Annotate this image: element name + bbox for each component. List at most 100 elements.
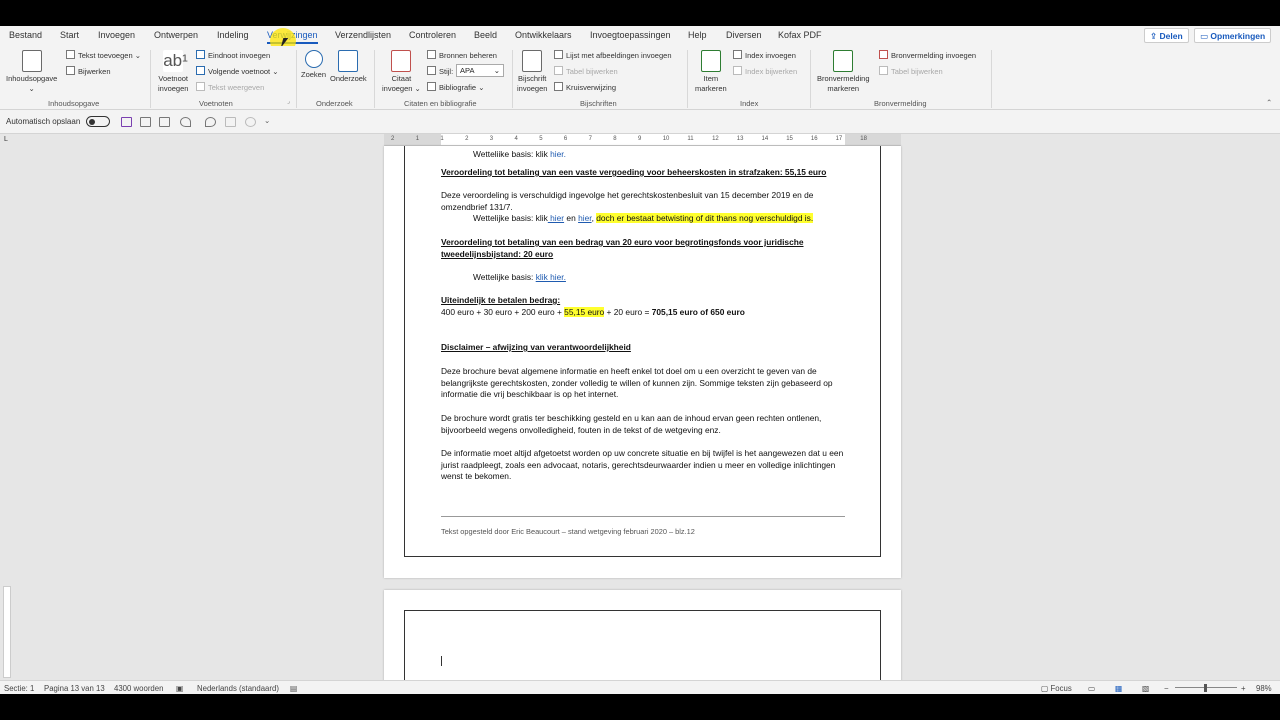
focus-button[interactable]: ▢ Focus [1041,684,1072,693]
ruler-number: 2 [391,136,395,142]
update-authorities-icon [879,66,888,75]
share-button[interactable]: ⇪ Delen [1144,28,1189,43]
open-icon[interactable] [140,117,151,127]
cross-reference-button[interactable]: Kruisverwijzing [554,82,616,92]
print-layout-icon[interactable]: ▦ [1115,684,1122,693]
insert-authorities-button[interactable]: Bronvermelding invoegen [879,50,976,60]
read-mode-icon[interactable]: ▭ [1088,684,1095,693]
bibliography-icon [427,82,436,91]
tab-bestand[interactable]: Bestand [9,30,42,40]
group-divider [374,50,375,108]
link-here[interactable]: hier [578,213,592,223]
proofing-icon[interactable]: ▣ [176,684,183,693]
language-indicator[interactable]: Nederlands (standaard) [197,684,279,693]
insert-index-button[interactable]: Index invoegen [733,50,796,60]
tab-help[interactable]: Help [688,30,707,40]
update-index-button[interactable]: Index bijwerken [733,66,797,76]
link-click-here[interactable]: klik hier. [536,272,566,282]
heading-disclaimer: Disclaimer – afwijzing van verantwoordel… [441,342,631,352]
autosave-toggle[interactable] [86,116,110,127]
mark-citation-button[interactable]: Bronvermelding markeren [817,50,870,94]
undo-icon[interactable] [180,117,191,127]
mark-entry-button[interactable]: Item markeren [695,50,727,94]
citation-label-2: invoegen [382,84,413,93]
next-footnote-button[interactable]: Volgende voetnoot ⌄ [196,66,279,76]
vertical-ruler[interactable] [3,586,11,678]
endnote-label: Eindnoot invoegen [208,51,271,60]
mark-citation-icon [833,50,854,72]
redo-icon[interactable] [205,117,216,127]
show-notes-button[interactable]: Tekst weergeven [196,82,264,92]
dialog-launcher-icon[interactable]: ⌟ [287,98,290,105]
chevron-down-icon: ⌄ [493,66,500,75]
group-divider [296,50,297,108]
document-page: Wettelijke basis: klik hier. Veroordelin… [384,146,901,578]
link-here[interactable]: hier [548,213,564,223]
add-text-button[interactable]: Tekst toevoegen ⌄ [66,50,141,60]
word-count[interactable]: 4300 woorden [114,684,163,693]
insert-footnote-button[interactable]: ab¹ Voetnoot invoegen [158,50,188,94]
section-indicator[interactable]: Sectie: 1 [4,684,34,693]
zoom-in-icon[interactable]: + [1241,684,1246,693]
update-authorities-button[interactable]: Tabel bijwerken [879,66,943,76]
tab-verzendlijsten[interactable]: Verzendlijsten [335,30,391,40]
accessibility-icon[interactable]: ▤ [290,684,297,693]
toc-button[interactable]: Inhoudsopgave ⌄ [6,50,57,94]
record-icon[interactable] [245,117,256,127]
update-table-button[interactable]: Tabel bijwerken [554,66,618,76]
tab-diversen[interactable]: Diversen [726,30,762,40]
manage-sources-button[interactable]: Bronnen beheren [427,50,497,60]
insert-endnote-button[interactable]: Eindnoot invoegen [196,50,270,60]
tab-ontwerpen[interactable]: Ontwerpen [154,30,198,40]
group-divider [991,50,992,108]
web-layout-icon[interactable]: ▧ [1142,684,1149,693]
tab-kofax-pdf[interactable]: Kofax PDF [778,30,822,40]
link-here[interactable]: hier. [550,149,566,157]
tab-ontwikkelaars[interactable]: Ontwikkelaars [515,30,572,40]
citation-style-select[interactable]: APA ⌄ [456,64,504,77]
comments-button[interactable]: ▭ Opmerkingen [1194,28,1272,43]
document-page-next[interactable] [384,590,901,694]
group-label-footnotes: Voetnoten [199,99,233,108]
tab-indeling[interactable]: Indeling [217,30,249,40]
tab-stop-selector[interactable]: L [4,136,8,143]
comment-icon[interactable] [225,117,236,127]
ruler-number: 5 [539,136,543,142]
tab-beeld[interactable]: Beeld [474,30,497,40]
ruler-number: 9 [638,136,642,142]
update-table-label: Tabel bijwerken [566,67,618,76]
quick-access-toolbar: Automatisch opslaan ⌄ [0,110,1280,134]
horizontal-ruler[interactable]: 2 1 1 2 3 4 5 6 7 8 9 10 11 12 13 14 15 16 17 18 [384,134,901,146]
insert-caption-button[interactable]: Bijschrift invoegen [517,50,547,94]
zoom-level[interactable]: 98% [1256,684,1272,693]
copy-icon[interactable] [159,117,170,127]
insert-figures-list-button[interactable]: Lijst met afbeeldingen invoegen [554,50,672,60]
search-button[interactable]: Zoeken [301,50,326,80]
manage-sources-label: Bronnen beheren [439,51,497,60]
ruler-number: 11 [687,136,694,142]
collapse-ribbon-icon[interactable]: ⌃ [1266,98,1272,107]
save-icon[interactable] [121,117,132,127]
ruler-number: 1 [415,136,420,142]
update-index-icon [733,66,742,75]
mark-entry-label-2: markeren [695,84,727,93]
customize-toolbar-icon[interactable]: ⌄ [264,116,270,125]
research-button[interactable]: Onderzoek [330,50,367,84]
tab-controleren[interactable]: Controleren [409,30,456,40]
insert-citation-button[interactable]: Citaat invoegen ⌄ [382,50,421,94]
legal-basis-line: Wettelijke basis: klik hier en hier, doc… [441,213,851,225]
bibliography-button[interactable]: Bibliografie ⌄ [427,82,484,92]
update-toc-label: Bijwerken [78,67,111,76]
tab-start[interactable]: Start [60,30,79,40]
tab-invoegen[interactable]: Invoegen [98,30,135,40]
zoom-out-icon[interactable]: − [1164,684,1169,693]
zoom-slider-thumb[interactable] [1204,684,1207,692]
group-label-authorities: Bronvermelding [874,99,927,108]
comment-icon: ▭ [1200,31,1211,41]
word-window: Bestand Start Invoegen Ontwerpen Indelin… [0,26,1280,694]
sum-text: + 20 euro = [604,307,652,317]
page-indicator[interactable]: Pagina 13 van 13 [44,684,105,693]
tab-invoegtoepassingen[interactable]: Invoegtoepassingen [590,30,671,40]
update-toc-button[interactable]: Bijwerken [66,66,111,76]
legal-basis-text: Wettelijke basis: [473,272,536,282]
